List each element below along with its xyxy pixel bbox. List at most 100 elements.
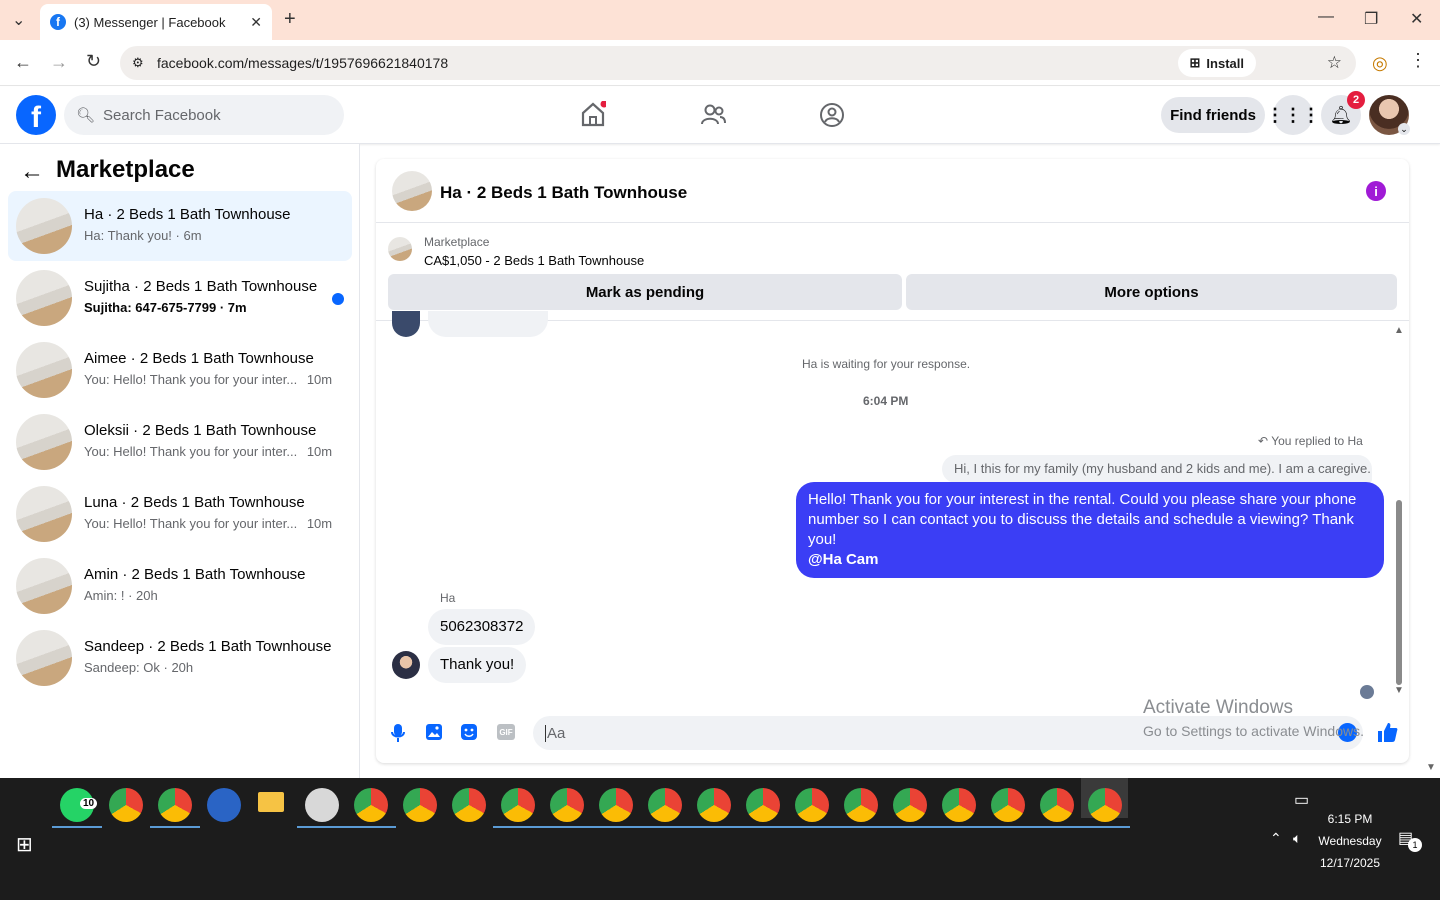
listing-thumbnail <box>16 558 72 614</box>
tab-search-chevron-icon[interactable]: ⌄ <box>12 10 25 30</box>
browser-menu-icon[interactable]: ⋮ <box>1409 50 1427 71</box>
chat-scrollbar[interactable]: ▲ ▼ <box>1394 325 1404 696</box>
marketplace-sidebar: ← Marketplace Ha · 2 Beds 1 Bath Townhou… <box>0 144 360 778</box>
chrome-taskbar-icon[interactable] <box>934 788 984 828</box>
chrome-taskbar-icon[interactable] <box>452 788 486 822</box>
previous-message-bubble <box>428 311 548 337</box>
minimize-button[interactable]: — <box>1318 8 1334 26</box>
chrome-taskbar-icon[interactable] <box>1032 788 1082 828</box>
conversation-oleksii[interactable]: Oleksii · 2 Beds 1 Bath Townhouse You: H… <box>8 407 352 477</box>
find-friends-button[interactable]: Find friends <box>1161 97 1265 133</box>
chrome-taskbar-icon[interactable] <box>346 788 396 828</box>
forward-arrow-icon[interactable]: → <box>50 52 68 73</box>
paint-taskbar-icon[interactable] <box>297 788 347 828</box>
clock-day: Wednesday <box>1318 834 1382 848</box>
message-input-placeholder: Aa <box>545 724 566 742</box>
conversation-ha[interactable]: Ha · 2 Beds 1 Bath Townhouse Ha: Thank y… <box>8 191 352 261</box>
conversation-sandeep[interactable]: Sandeep · 2 Beds 1 Bath Townhouse Sandee… <box>8 623 352 693</box>
display-icon[interactable]: ▭ <box>1294 790 1309 810</box>
outgoing-message-text: Hello! Thank you for your interest in th… <box>808 491 1357 548</box>
chrome-taskbar-icon[interactable] <box>640 788 690 828</box>
mention[interactable]: @Ha Cam <box>808 550 1372 570</box>
conversation-sujitha[interactable]: Sujitha · 2 Beds 1 Bath Townhouse Sujith… <box>8 263 352 333</box>
menu-grid-button[interactable]: ⋮⋮⋮ <box>1266 95 1320 135</box>
photo-icon[interactable] <box>425 723 443 741</box>
reload-icon[interactable]: ↻ <box>86 51 101 72</box>
chrome-taskbar-icon[interactable] <box>493 788 543 828</box>
incoming-message[interactable]: 5062308372 <box>428 609 536 645</box>
account-chevron-icon[interactable]: ⌄ <box>1398 123 1410 135</box>
mark-as-pending-button[interactable]: Mark as pending <box>388 274 902 310</box>
window-close-button[interactable]: ✕ <box>1410 9 1423 29</box>
conversation-snippet: Sujitha: 647-675-7799 · 7m <box>84 300 247 315</box>
scroll-down-icon[interactable]: ▼ <box>1394 685 1404 696</box>
volume-icon[interactable]: 🔈︎ <box>1293 830 1301 847</box>
facebook-logo[interactable]: f <box>16 95 56 135</box>
replied-label: ↶ You replied to Ha <box>1258 434 1363 448</box>
clock-time: 6:15 PM <box>1327 812 1373 826</box>
chrome-taskbar-icon[interactable] <box>787 788 837 828</box>
url-text: facebook.com/messages/t/1957696621840178 <box>157 55 449 71</box>
file-explorer-icon[interactable] <box>258 792 284 812</box>
thumbs-up-icon[interactable] <box>1376 721 1398 743</box>
browser-tab-messenger[interactable]: f (3) Messenger | Facebook ✕ <box>40 4 272 40</box>
conversation-snippet: Sandeep: Ok · 20h <box>84 660 194 675</box>
sidebar-title: Marketplace <box>56 156 195 183</box>
incoming-message[interactable]: Thank you! <box>428 647 527 683</box>
install-app-button[interactable]: ⊞ Install <box>1177 49 1256 77</box>
chrome-taskbar-icon[interactable] <box>109 788 143 822</box>
install-icon: ⊞ <box>1189 55 1201 70</box>
app-taskbar-icon[interactable] <box>207 788 241 822</box>
listing-thumbnail[interactable] <box>392 171 432 211</box>
windows-start-icon[interactable]: ⊞ <box>16 832 33 857</box>
search-facebook-input[interactable]: 🔍︎ Search Facebook <box>64 95 344 135</box>
sender-name: Ha <box>440 591 456 605</box>
chrome-taskbar-icon[interactable] <box>542 788 592 828</box>
chrome-taskbar-icon-active[interactable] <box>1080 788 1130 828</box>
more-options-button[interactable]: More options <box>906 274 1397 310</box>
back-arrow-icon[interactable]: ← <box>20 158 44 186</box>
install-label: Install <box>1206 55 1244 71</box>
reply-quote[interactable]: Hi, I this for my family (my husband and… <box>942 455 1372 483</box>
bookmark-star-icon[interactable]: ☆ <box>1327 53 1342 73</box>
sender-avatar <box>392 651 420 679</box>
conversation-snippet: You: Hello! Thank you for your inter... <box>84 516 298 531</box>
chat-title[interactable]: Ha · 2 Beds 1 Bath Townhouse <box>440 183 687 203</box>
chrome-taskbar-icon[interactable] <box>591 788 641 828</box>
outgoing-message[interactable]: Hello! Thank you for your interest in th… <box>796 482 1384 578</box>
site-info-icon[interactable]: ⚙ <box>132 55 144 71</box>
address-bar[interactable]: ⚙ facebook.com/messages/t/19576966218401… <box>120 46 1356 80</box>
tray-chevron-icon[interactable]: ⌃ <box>1270 830 1282 847</box>
tab-close-icon[interactable]: ✕ <box>250 14 262 31</box>
chrome-taskbar-icon[interactable] <box>885 788 935 828</box>
microphone-icon[interactable] <box>390 723 406 743</box>
conversation-luna[interactable]: Luna · 2 Beds 1 Bath Townhouse You: Hell… <box>8 479 352 549</box>
info-icon[interactable]: i <box>1366 181 1386 201</box>
home-icon[interactable] <box>580 101 606 127</box>
sender-avatar <box>392 311 420 337</box>
conversation-title: Amin · 2 Beds 1 Bath Townhouse <box>84 566 306 583</box>
groups-icon[interactable] <box>819 102 845 128</box>
restore-button[interactable]: ❐ <box>1364 9 1378 29</box>
chrome-taskbar-icon[interactable] <box>689 788 739 828</box>
tab-title: (3) Messenger | Facebook <box>74 14 226 30</box>
scroll-up-icon[interactable]: ▲ <box>1394 325 1404 336</box>
back-arrow-icon[interactable]: ← <box>14 52 32 73</box>
chrome-taskbar-icon[interactable] <box>150 788 200 828</box>
system-clock[interactable]: 6:15 PM Wednesday 12/17/2025 <box>1316 808 1384 874</box>
scroll-thumb[interactable] <box>1396 500 1402 685</box>
windows-taskbar: ⊞ 10 ▭ ⌃ 🔈︎ 6:15 PM Wednesday 12/17/2025… <box>0 778 1440 900</box>
chrome-taskbar-icon[interactable] <box>836 788 886 828</box>
conversation-aimee[interactable]: Aimee · 2 Beds 1 Bath Townhouse You: Hel… <box>8 335 352 405</box>
conversation-title: Aimee · 2 Beds 1 Bath Townhouse <box>84 350 314 367</box>
profile-icon[interactable]: ◎ <box>1372 53 1388 74</box>
sticker-icon[interactable] <box>460 723 478 741</box>
friends-icon[interactable] <box>700 102 726 128</box>
chrome-taskbar-icon[interactable] <box>983 788 1033 828</box>
gif-icon[interactable]: GIF <box>497 724 515 740</box>
chrome-taskbar-icon[interactable] <box>403 788 437 822</box>
chrome-taskbar-icon[interactable] <box>738 788 788 828</box>
page-scroll-down-icon[interactable]: ▼ <box>1426 762 1436 773</box>
new-tab-button[interactable]: + <box>284 8 296 31</box>
conversation-amin[interactable]: Amin · 2 Beds 1 Bath Townhouse Amin: ! ·… <box>8 551 352 621</box>
